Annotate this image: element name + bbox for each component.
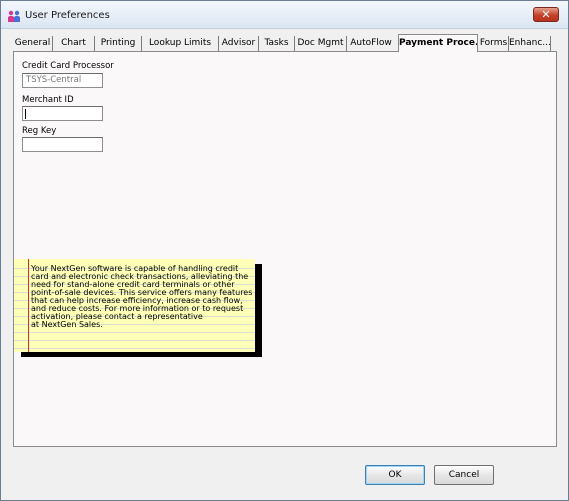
credit-card-processor-label: Credit Card Processor [22, 61, 114, 71]
tab-chart[interactable]: Chart [53, 36, 95, 51]
merchant-id-field[interactable] [22, 106, 103, 121]
tab-autoflow[interactable]: AutoFlow [347, 36, 395, 51]
title-bar[interactable]: User Preferences ✕ [1, 1, 568, 29]
info-note: Your NextGen software is capable of hand… [14, 259, 255, 352]
tab-forms[interactable]: Forms [479, 36, 509, 51]
tab-tasks[interactable]: Tasks [259, 36, 295, 51]
cancel-button[interactable]: Cancel [434, 465, 494, 485]
user-preferences-window: User Preferences ✕ General Chart Printin… [0, 0, 569, 501]
tab-doc-mgmt[interactable]: Doc Mgmt [295, 36, 347, 51]
tab-general[interactable]: General [13, 36, 53, 51]
tab-enhancements[interactable]: Enhanc... [509, 36, 551, 51]
payment-processing-panel: Credit Card Processor TSYS-Central Merch… [13, 51, 557, 447]
reg-key-field[interactable] [22, 137, 103, 152]
tab-advisor[interactable]: Advisor [219, 36, 259, 51]
button-bar: OK Cancel [1, 448, 568, 500]
close-icon[interactable]: ✕ [533, 7, 559, 22]
merchant-id-label: Merchant ID [22, 95, 74, 105]
reg-key-label: Reg Key [22, 126, 57, 136]
tab-strip: General Chart Printing Lookup Limits Adv… [13, 34, 553, 52]
text-caret [25, 109, 26, 119]
note-text: Your NextGen software is capable of hand… [31, 264, 253, 330]
note-margin-line [28, 259, 29, 352]
credit-card-processor-field[interactable]: TSYS-Central [22, 73, 103, 88]
window-title: User Preferences [25, 10, 110, 21]
users-icon [8, 10, 20, 22]
ok-button[interactable]: OK [365, 465, 425, 485]
tab-printing[interactable]: Printing [95, 36, 142, 51]
tab-payment-processing[interactable]: Payment Proce... [398, 34, 478, 52]
tab-lookup-limits[interactable]: Lookup Limits [142, 36, 219, 51]
